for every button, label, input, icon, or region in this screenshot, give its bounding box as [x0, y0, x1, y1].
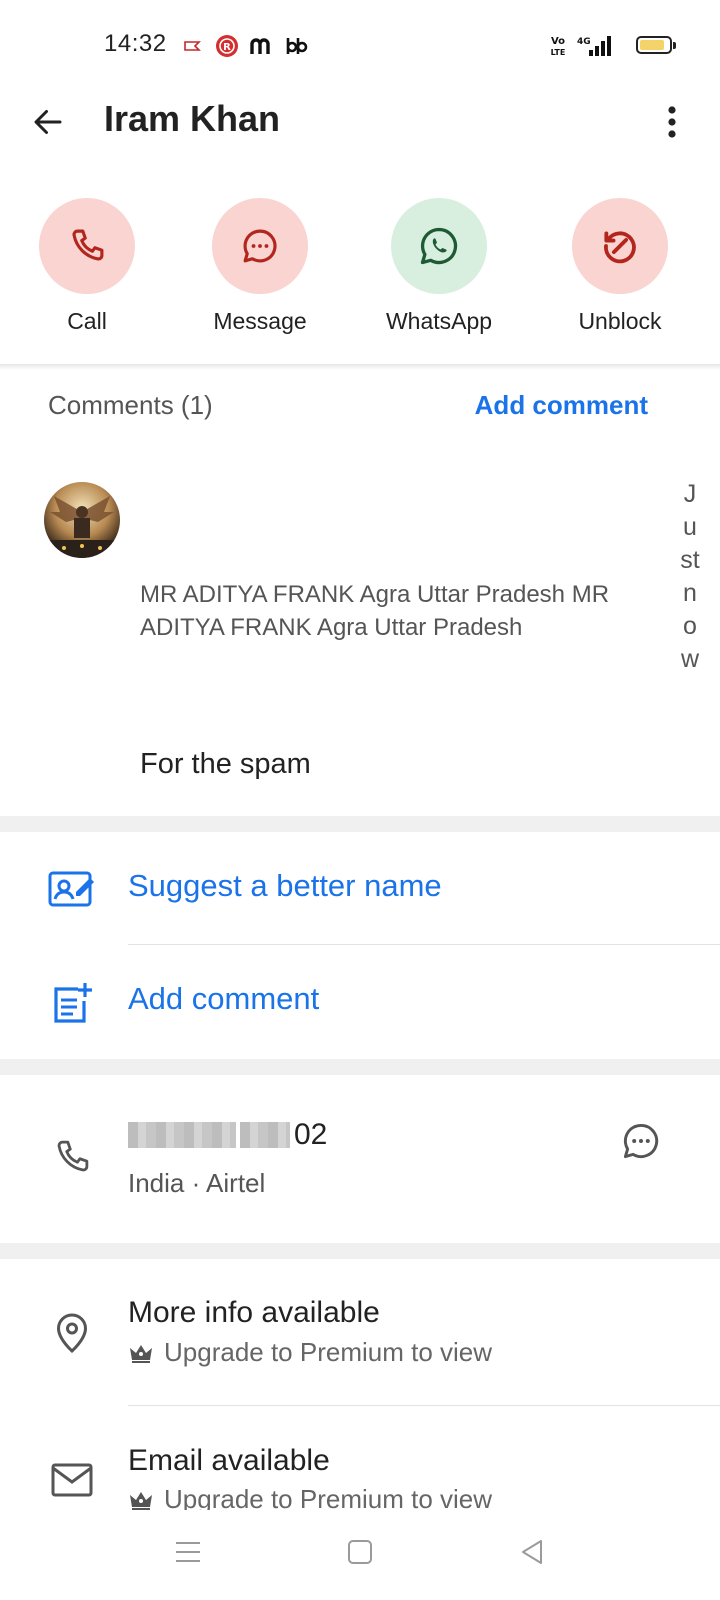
- whatsapp-button[interactable]: WhatsApp: [369, 198, 509, 335]
- edit-contact-icon: [48, 864, 96, 912]
- volte-icon: Vo LTE: [548, 34, 568, 58]
- comments-header: Comments (1) Add comment: [48, 390, 648, 426]
- crown-icon: [128, 1342, 154, 1364]
- comment-text: For the spam: [140, 748, 311, 780]
- unblock-button[interactable]: Unblock: [550, 198, 690, 335]
- unblock-icon: [604, 231, 636, 264]
- message-icon: [243, 229, 277, 263]
- unblock-circle[interactable]: [572, 198, 668, 294]
- mail-icon: [48, 1456, 96, 1504]
- unblock-label: Unblock: [578, 308, 662, 334]
- section-divider: [0, 1059, 720, 1075]
- square-icon: [348, 1540, 372, 1564]
- system-nav-bar: [0, 1510, 720, 1600]
- status-time: 14:32: [104, 30, 167, 57]
- notification-app-icon: [180, 34, 204, 58]
- home-nav-button[interactable]: [332, 1528, 388, 1576]
- section-divider: [0, 816, 720, 832]
- header-divider: [0, 364, 720, 370]
- call-circle[interactable]: [39, 198, 135, 294]
- phone-row[interactable]: [0, 1075, 720, 1243]
- section-divider: [0, 1243, 720, 1259]
- svg-text:Vo: Vo: [551, 36, 565, 47]
- whatsapp-label: WhatsApp: [385, 308, 493, 334]
- add-comment-link-row[interactable]: Add comment: [128, 981, 319, 1017]
- back-button[interactable]: [22, 96, 74, 148]
- menu-icon: [176, 1542, 200, 1562]
- more-info-premium[interactable]: Upgrade to Premium to view: [128, 1337, 492, 1368]
- svg-text:R: R: [223, 42, 231, 53]
- svg-text:LTE: LTE: [551, 48, 566, 57]
- quick-actions: Call Message WhatsApp Unblock: [0, 198, 720, 348]
- message-circle[interactable]: [212, 198, 308, 294]
- redacted-digits: [240, 1122, 290, 1148]
- more-info-sub-label: Upgrade to Premium to view: [164, 1337, 493, 1367]
- message-label: Message: [213, 308, 307, 334]
- location-pin-icon: [48, 1309, 96, 1357]
- phone-icon: [72, 229, 104, 261]
- comment-time: Just now: [680, 480, 700, 673]
- bb-app-icon: [284, 34, 310, 58]
- phone-icon: [48, 1133, 96, 1181]
- comment-author: MR ADITYA FRANK Agra Uttar Pradesh MR AD…: [140, 581, 610, 641]
- arrow-left-icon: [34, 110, 62, 134]
- email-title: Email available: [128, 1444, 330, 1477]
- call-label: Call: [67, 308, 107, 334]
- add-comment-link[interactable]: Add comment: [475, 390, 648, 421]
- phone-number[interactable]: 02: [128, 1118, 327, 1152]
- suggest-name-row[interactable]: Suggest a better name: [0, 832, 720, 944]
- add-comment-row[interactable]: Add comment: [0, 945, 720, 1059]
- more-vertical-icon: [668, 106, 676, 138]
- comments-title: Comments (1): [48, 390, 213, 420]
- status-bar: 14:32 R Vo LTE 4G: [0, 0, 720, 88]
- whatsapp-circle[interactable]: [391, 198, 487, 294]
- svg-text:4G: 4G: [577, 37, 591, 47]
- call-button[interactable]: Call: [17, 198, 157, 335]
- crown-icon: [128, 1489, 154, 1511]
- menu-nav-button[interactable]: [160, 1528, 216, 1576]
- 4g-signal-icon: 4G: [574, 34, 614, 58]
- battery-icon: [636, 36, 676, 54]
- sms-button[interactable]: [616, 1116, 666, 1166]
- page-title: Iram Khan: [104, 98, 281, 139]
- app-header: Iram Khan: [0, 88, 720, 188]
- add-note-icon: [48, 979, 96, 1027]
- more-info-row[interactable]: [0, 1259, 720, 1405]
- more-options-button[interactable]: [648, 96, 696, 148]
- message-button[interactable]: Message: [190, 198, 330, 335]
- phone-carrier: India · Airtel: [128, 1168, 266, 1198]
- suggest-name-link[interactable]: Suggest a better name: [128, 868, 442, 904]
- whatsapp-icon: [420, 227, 458, 265]
- phone-number-suffix: 02: [294, 1118, 328, 1151]
- m-app-icon: [248, 34, 274, 58]
- back-nav-button[interactable]: [504, 1528, 560, 1576]
- commenter-avatar[interactable]: [44, 482, 120, 558]
- more-info-title: More info available: [128, 1296, 380, 1329]
- triangle-back-icon: [522, 1540, 542, 1564]
- message-icon: [623, 1123, 659, 1159]
- redacted-digits: [128, 1122, 236, 1148]
- jio-icon: R: [214, 34, 240, 58]
